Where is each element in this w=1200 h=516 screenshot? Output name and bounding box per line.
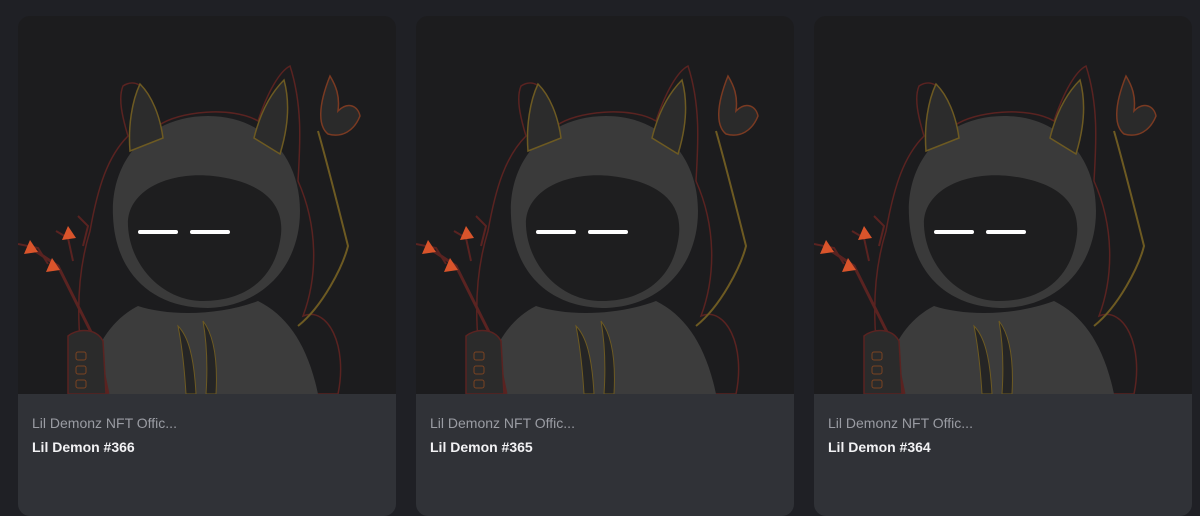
nft-card-grid: Lil Demonz NFT Offic... Lil Demon #366 L… [0,0,1200,516]
nft-title[interactable]: Lil Demon #365 [430,438,780,456]
nft-title[interactable]: Lil Demon #366 [32,438,382,456]
nft-card[interactable]: Lil Demonz NFT Offic... Lil Demon #364 [814,16,1192,516]
demon-artwork [416,16,794,394]
collection-name[interactable]: Lil Demonz NFT Offic... [430,414,780,432]
demon-artwork [18,16,396,394]
card-info: Lil Demonz NFT Offic... Lil Demon #365 [416,394,794,456]
nft-image[interactable] [18,16,396,394]
nft-title[interactable]: Lil Demon #364 [828,438,1178,456]
nft-card[interactable]: Lil Demonz NFT Offic... Lil Demon #366 [18,16,396,516]
nft-image[interactable] [814,16,1192,394]
nft-card[interactable]: Lil Demonz NFT Offic... Lil Demon #365 [416,16,794,516]
nft-image[interactable] [416,16,794,394]
card-info: Lil Demonz NFT Offic... Lil Demon #366 [18,394,396,456]
demon-artwork [814,16,1192,394]
card-info: Lil Demonz NFT Offic... Lil Demon #364 [814,394,1192,456]
collection-name[interactable]: Lil Demonz NFT Offic... [32,414,382,432]
collection-name[interactable]: Lil Demonz NFT Offic... [828,414,1178,432]
